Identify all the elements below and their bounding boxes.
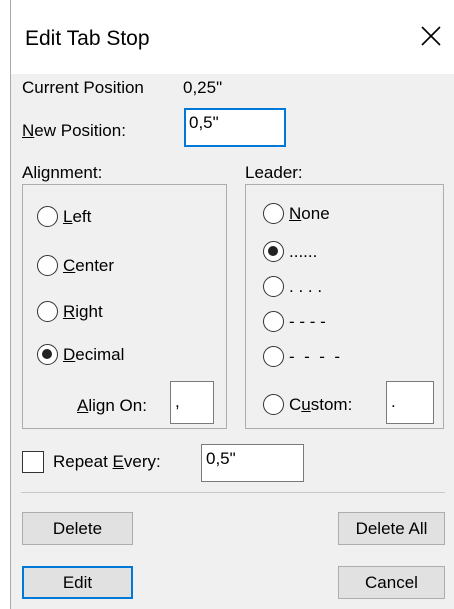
leader-custom-label: Custom:	[289, 394, 353, 414]
delete-button[interactable]: Delete	[22, 512, 133, 545]
edit-button[interactable]: Edit	[22, 566, 133, 599]
leader-spaced-dashes-radio[interactable]: - - - -	[263, 346, 340, 367]
leader-none-label: None	[289, 203, 330, 223]
leader-dots-label: ......	[289, 241, 318, 261]
radio-circle	[37, 255, 58, 276]
radio-circle-checked	[263, 241, 284, 262]
current-position-value: 0,25"	[183, 78, 223, 97]
alignment-right-label: Right	[63, 301, 103, 321]
leader-spaced-dots-radio[interactable]: . . . .	[263, 276, 322, 297]
leader-spaced-dashes-label: - - - -	[289, 346, 340, 366]
leader-dashes-label: - - - -	[289, 311, 326, 331]
delete-all-button[interactable]: Delete All	[338, 512, 445, 545]
radio-circle	[263, 311, 284, 332]
edit-tab-stop-dialog: Edit Tab Stop Current Position 0,25" New…	[10, 0, 454, 609]
leader-dashes-radio[interactable]: - - - -	[263, 311, 326, 332]
align-on-label: Align On:	[77, 396, 147, 415]
radio-circle-checked	[37, 344, 58, 365]
alignment-left-label: Left	[63, 206, 92, 226]
radio-circle	[263, 346, 284, 367]
cancel-button[interactable]: Cancel	[338, 566, 445, 599]
align-on-input[interactable]: ,	[170, 381, 214, 424]
checkbox-box	[22, 451, 44, 473]
leader-custom-radio[interactable]: Custom:	[263, 394, 352, 415]
radio-circle	[37, 301, 58, 322]
alignment-center-label: Center	[63, 255, 115, 275]
radio-circle	[263, 394, 284, 415]
new-position-input[interactable]: 0,5"	[184, 108, 286, 147]
radio-circle	[263, 276, 284, 297]
alignment-center-radio[interactable]: Center	[37, 255, 114, 276]
alignment-decimal-radio[interactable]: Decimal	[37, 344, 124, 365]
leader-spaced-dots-label: . . . .	[289, 276, 323, 296]
alignment-right-radio[interactable]: Right	[37, 301, 103, 322]
radio-circle	[263, 203, 284, 224]
divider	[21, 492, 445, 493]
repeat-every-label: Repeat Every:	[53, 452, 161, 471]
title-bar: Edit Tab Stop	[11, 0, 454, 74]
close-icon	[421, 26, 441, 46]
leader-label: Leader:	[245, 163, 303, 182]
radio-circle	[37, 206, 58, 227]
dialog-title: Edit Tab Stop	[25, 27, 150, 50]
close-button[interactable]	[411, 16, 451, 56]
alignment-left-radio[interactable]: Left	[37, 206, 91, 227]
alignment-decimal-label: Decimal	[63, 344, 125, 364]
new-position-label: New Position:	[22, 121, 126, 140]
leader-dots-radio[interactable]: ......	[263, 241, 317, 262]
leader-none-radio[interactable]: None	[263, 203, 330, 224]
repeat-every-checkbox[interactable]: Repeat Every:	[22, 451, 161, 473]
current-position-label: Current Position	[22, 78, 144, 97]
repeat-every-input[interactable]: 0,5"	[201, 444, 304, 482]
custom-leader-input[interactable]: .	[386, 381, 434, 424]
alignment-label: Alignment:	[22, 163, 103, 182]
